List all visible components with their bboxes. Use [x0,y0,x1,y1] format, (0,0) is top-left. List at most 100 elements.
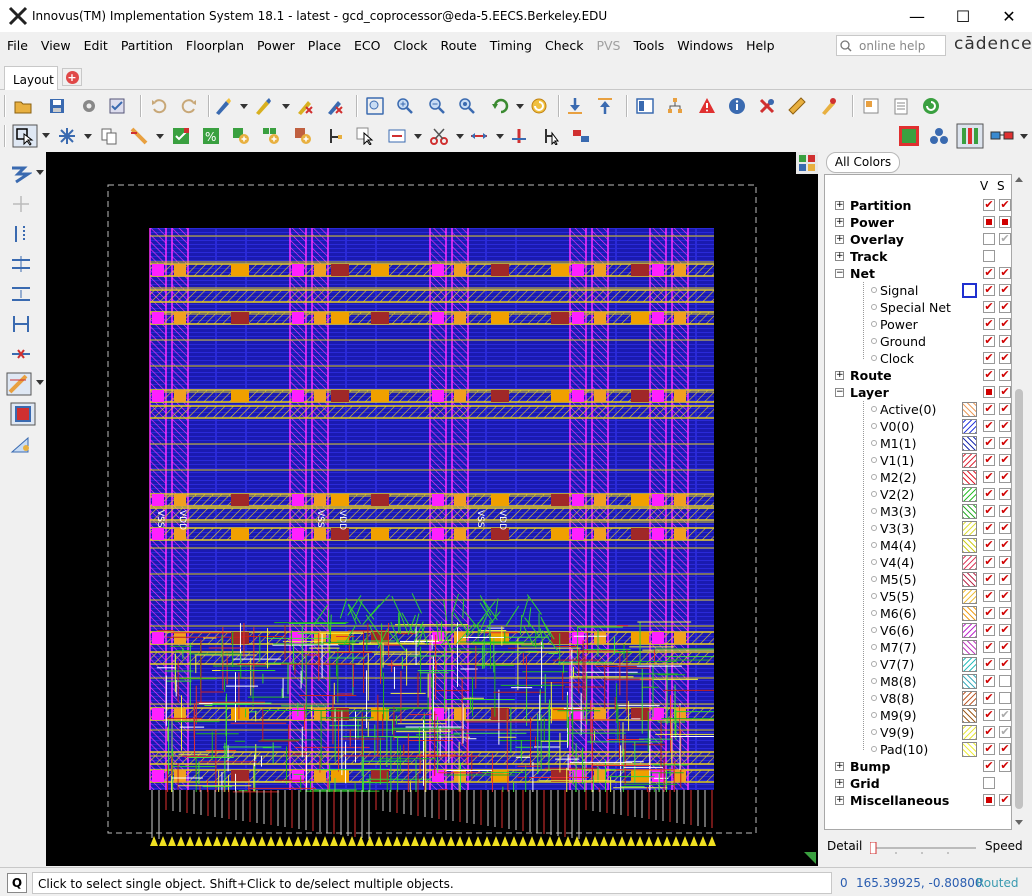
place-instance-icon[interactable] [10,164,32,184]
minimize-button[interactable]: — [894,0,940,32]
ruler-icon[interactable] [788,97,806,115]
menu-windows[interactable]: Windows [670,38,739,53]
visible-checkbox[interactable]: ✔ [983,437,995,449]
selectable-checkbox[interactable] [999,675,1011,687]
copy-icon[interactable] [100,127,118,145]
selectable-checkbox[interactable]: ✔ [999,267,1011,279]
layer-row-v9-9[interactable]: V9(9) ✔ ✔ [825,724,1011,741]
tab-layout[interactable]: Layout [4,66,58,90]
layer-color-swatch[interactable] [962,504,977,519]
edit-select-icon[interactable] [356,127,374,145]
space-evenly-icon[interactable] [10,314,32,334]
visible-checkbox[interactable]: ✔ [983,352,995,364]
visible-checkbox[interactable] [983,777,995,789]
menu-tools[interactable]: Tools [626,38,670,53]
visible-checkbox[interactable]: ✔ [983,301,995,313]
pin-edit-icon[interactable] [542,127,560,145]
layer-row-m5-5[interactable]: M5(5) ✔ ✔ [825,571,1011,588]
delete-wire-icon[interactable] [10,344,32,364]
visible-checkbox[interactable]: ✔ [983,607,995,619]
layer-color-swatch[interactable] [962,436,977,451]
visible-checkbox[interactable]: ✔ [983,675,995,687]
expand-icon[interactable]: + [835,371,844,380]
pop-up-hierarchy-icon[interactable] [596,97,614,115]
highlight-pencil-yellow-icon[interactable] [254,97,272,115]
layer-row-m2-2[interactable]: M2(2) ✔ ✔ [825,469,1011,486]
layer-row-m4-4[interactable]: M4(4) ✔ ✔ [825,537,1011,554]
align-bottom-icon[interactable] [10,284,32,304]
layer-row-v5-5[interactable]: V5(5) ✔ ✔ [825,588,1011,605]
visible-checkbox[interactable] [983,250,995,262]
selectable-checkbox[interactable]: ✔ [999,403,1011,415]
redo-icon[interactable] [180,97,198,115]
layer-color-swatch[interactable] [962,555,977,570]
selectable-checkbox[interactable]: ✔ [999,624,1011,636]
layer-row-partition[interactable]: + Partition ✔ ✔ [825,197,1011,214]
stereo-glasses-icon[interactable] [990,127,1014,145]
expand-icon[interactable]: + [835,796,844,805]
selectable-checkbox[interactable]: ✔ [999,386,1011,398]
blockage-dropdown-arrow[interactable] [36,380,44,385]
layer-color-swatch[interactable] [962,640,977,655]
layer-row-net[interactable]: − Net ✔ ✔ [825,265,1011,282]
selectable-checkbox[interactable]: ✔ [999,284,1011,296]
selectable-checkbox[interactable]: ✔ [999,573,1011,585]
visible-checkbox[interactable]: ✔ [983,199,995,211]
violation-warning-icon[interactable] [698,97,716,115]
layer-row-layer[interactable]: − Layer ✔ [825,384,1011,401]
menu-eco[interactable]: ECO [347,38,386,53]
selectable-checkbox[interactable]: ✔ [999,658,1011,670]
selectable-checkbox[interactable]: ✔ [999,318,1011,330]
cut-wire-dropdown-arrow[interactable] [456,134,464,139]
layer-row-clock[interactable]: Clock ✔ ✔ [825,350,1011,367]
selectable-checkbox[interactable]: ✔ [999,556,1011,568]
collapse-icon[interactable]: − [835,388,844,397]
visible-checkbox[interactable]: ✔ [983,743,995,755]
layer-color-swatch[interactable] [962,453,977,468]
online-help-search-field[interactable]: online help [836,35,946,56]
visible-checkbox[interactable]: ✔ [983,624,995,636]
highlight-region-icon[interactable] [10,402,36,426]
menu-timing[interactable]: Timing [483,38,538,53]
layer-row-miscellaneous[interactable]: + Miscellaneous ✔ [825,792,1011,809]
selectable-checkbox[interactable]: ✔ [999,301,1011,313]
layer-color-swatch[interactable] [962,742,977,757]
layer-color-swatch[interactable] [962,606,977,621]
menu-check[interactable]: Check [538,38,589,53]
layer-row-m6-6[interactable]: M6(6) ✔ ✔ [825,605,1011,622]
selectable-checkbox[interactable]: ✔ [999,709,1011,721]
snowflake-icon[interactable] [58,127,76,145]
layout-view-icon[interactable] [898,125,920,147]
place-instance-dropdown-arrow[interactable] [36,170,44,175]
scroll-down-icon[interactable] [1015,820,1023,826]
layer-row-track[interactable]: + Track [825,248,1011,265]
select-mode-icon[interactable] [12,124,38,148]
selectable-checkbox[interactable]: ✔ [999,794,1011,806]
layer-color-swatch[interactable] [962,470,977,485]
check-placement-icon[interactable] [172,127,190,145]
menu-help[interactable]: Help [739,38,781,53]
menu-view[interactable]: View [34,38,77,53]
layer-color-swatch[interactable] [962,538,977,553]
menu-partition[interactable]: Partition [114,38,179,53]
visible-checkbox[interactable]: ✔ [983,658,995,670]
selectable-checkbox[interactable]: ✔ [999,199,1011,211]
stereo-dropdown-arrow[interactable] [1020,134,1028,139]
layer-color-swatch[interactable] [962,623,977,638]
zoom-previous-icon[interactable] [492,97,510,115]
visible-checkbox[interactable]: ✔ [983,471,995,483]
layer-color-swatch[interactable] [962,657,977,672]
layer-color-swatch[interactable] [962,402,977,417]
menu-clock[interactable]: Clock [387,38,434,53]
notepad-icon[interactable] [892,97,910,115]
selectable-checkbox[interactable]: ✔ [999,369,1011,381]
add-cell-icon[interactable] [232,127,250,145]
dehighlight-dropdown-arrow[interactable] [282,104,290,109]
menu-edit[interactable]: Edit [77,38,114,53]
layer-row-v1-1[interactable]: V1(1) ✔ ✔ [825,452,1011,469]
visible-checkbox[interactable]: ✔ [983,284,995,296]
settings-gear-icon[interactable] [80,97,98,115]
selectable-checkbox[interactable]: ✔ [999,437,1011,449]
visible-checkbox[interactable]: ✔ [983,522,995,534]
quick-key-button[interactable]: Q [7,873,27,893]
